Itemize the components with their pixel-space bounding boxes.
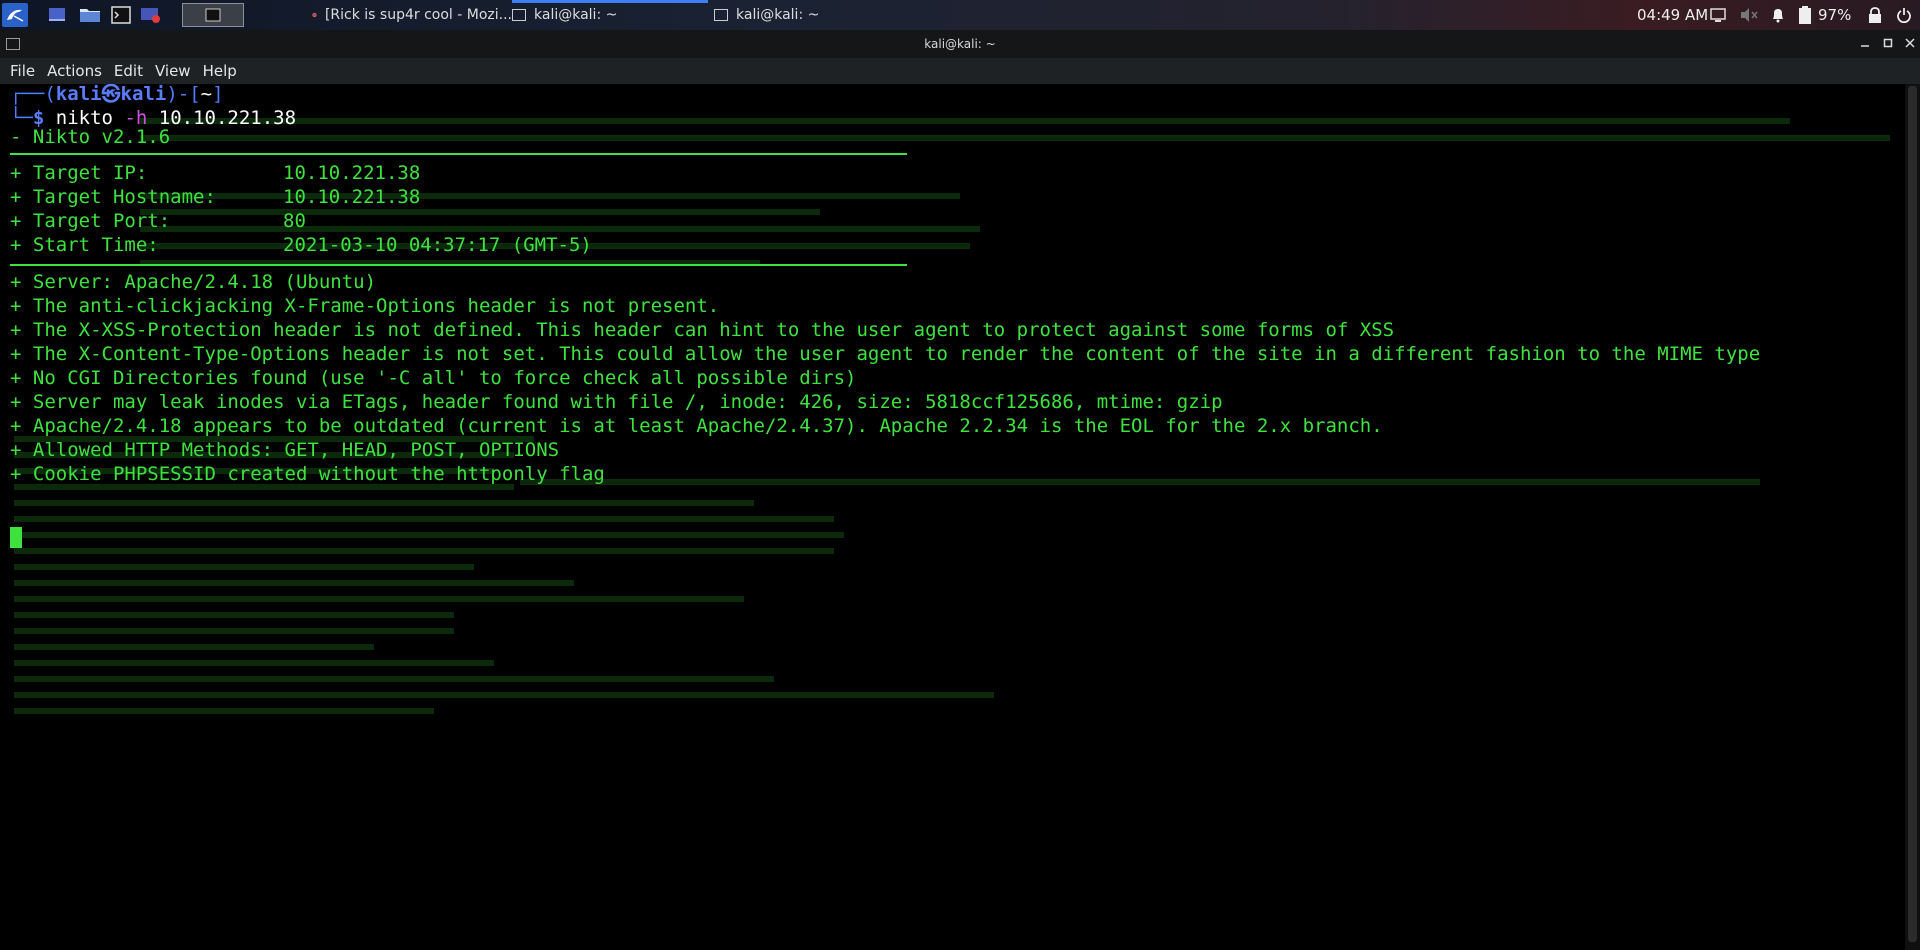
command-arg: 10.10.221.38 <box>158 107 297 129</box>
scrollbar-thumb[interactable] <box>1908 86 1917 942</box>
finding-line: + Server: Apache/2.4.18 (Ubuntu) <box>10 271 377 293</box>
lock-icon <box>1869 7 1881 23</box>
top-panel: [Rick is sup4r cool - Mozi... kali@kali:… <box>0 0 1920 30</box>
minimize-button[interactable] <box>1858 36 1872 50</box>
terminal-launcher-button[interactable] <box>108 3 134 27</box>
target-ip-row: + Target IP: 10.10.221.38 <box>10 161 420 185</box>
battery-tray[interactable] <box>1798 6 1812 24</box>
menu-help[interactable]: Help <box>203 62 237 80</box>
display-tray[interactable] <box>1710 6 1726 24</box>
prompt-user: kali <box>55 84 102 105</box>
monitor-icon <box>1710 8 1726 22</box>
finding-line: + Apache/2.4.18 appears to be outdated (… <box>10 415 1383 437</box>
battery-percentage: 97% <box>1818 6 1852 24</box>
finding-line: + Server may leak inodes via ETags, head… <box>10 391 1223 413</box>
kali-dragon-icon <box>7 9 24 22</box>
battery-icon <box>1799 6 1811 24</box>
menu-edit[interactable]: Edit <box>114 62 143 80</box>
terminal-window-icon <box>512 9 526 21</box>
finding-line: + No CGI Directories found (use '-C all'… <box>10 367 857 389</box>
volume-muted-icon <box>1741 8 1758 22</box>
file-manager-button[interactable] <box>77 3 103 27</box>
finding-line: + The X-XSS-Protection header is not def… <box>10 319 1395 341</box>
target-port-row: + Target Port: 80 <box>10 209 306 233</box>
taskbar-terminal-1[interactable]: kali@kali: ~ <box>512 0 708 30</box>
finding-line: + Cookie PHPSESSID created without the h… <box>10 463 605 485</box>
target-ip-value: 10.10.221.38 <box>283 162 421 184</box>
target-port-value: 80 <box>283 210 306 232</box>
target-port-label: + Target Port: <box>10 210 171 232</box>
workspace-1[interactable] <box>182 3 244 27</box>
prompt-host: kali <box>120 84 167 105</box>
finding-line: + The anti-clickjacking X-Frame-Options … <box>10 295 720 317</box>
terminal-output[interactable]: ┌──(kali㉿kali)-[~] └─$ nikto -h 10.10.22… <box>0 84 1905 950</box>
power-button[interactable] <box>1896 6 1912 24</box>
taskbar-terminal-2-label: kali@kali: ~ <box>736 7 820 23</box>
show-desktop-button[interactable] <box>44 3 70 27</box>
close-button[interactable] <box>1903 36 1917 50</box>
terminal-window-icon <box>714 9 728 21</box>
window-title: kali@kali: ~ <box>924 37 996 51</box>
folder-icon <box>80 9 100 22</box>
target-hostname-label: + Target Hostname: <box>10 186 216 208</box>
power-icon <box>1897 8 1911 23</box>
text-cursor <box>10 527 22 548</box>
taskbar-firefox[interactable]: [Rick is sup4r cool - Mozi... <box>312 0 512 30</box>
finding-line: + Allowed HTTP Methods: GET, HEAD, POST,… <box>10 439 560 461</box>
menu-actions[interactable]: Actions <box>47 62 102 80</box>
taskbar-firefox-label: [Rick is sup4r cool - Mozi... <box>324 7 512 23</box>
prompt-dir: ~ <box>200 84 213 105</box>
terminal-icon <box>111 6 131 24</box>
window-titlebar[interactable]: kali@kali: ~ <box>0 30 1920 58</box>
start-time-label: + Start Time: <box>10 234 159 256</box>
desktop-icon <box>49 8 65 21</box>
firefox-icon <box>312 12 317 18</box>
clock[interactable]: 04:49 AM <box>1637 6 1708 24</box>
volume-tray[interactable] <box>1740 6 1758 24</box>
minimize-icon <box>1861 45 1869 47</box>
prompt-line-1: ┌──(kali㉿kali)-[~] <box>10 84 224 105</box>
finding-line: + The X-Content-Type-Options header is n… <box>10 343 1761 365</box>
taskbar-terminal-2[interactable]: kali@kali: ~ <box>714 0 904 30</box>
separator-line <box>10 264 907 266</box>
nikto-version: - Nikto v2.1.6 <box>10 126 171 148</box>
start-time-row: + Start Time: 2021-03-10 04:37:17 (GMT-5) <box>10 233 592 257</box>
target-hostname-value: 10.10.221.38 <box>283 186 421 208</box>
maximize-icon <box>1883 38 1893 48</box>
screen-record-icon <box>141 8 160 23</box>
menu-view[interactable]: View <box>155 62 191 80</box>
target-ip-label: + Target IP: <box>10 162 148 184</box>
taskbar-terminal-1-label: kali@kali: ~ <box>534 7 618 23</box>
close-icon <box>1905 38 1915 48</box>
bell-icon <box>1773 9 1783 23</box>
menu-bar: File Actions Edit View Help <box>0 58 1920 84</box>
separator-line <box>10 153 907 155</box>
start-time-value: 2021-03-10 04:37:17 (GMT-5) <box>283 234 592 256</box>
terminal-window-icon <box>205 8 221 22</box>
target-hostname-row: + Target Hostname: 10.10.221.38 <box>10 185 420 209</box>
notifications-tray[interactable] <box>1770 6 1786 24</box>
menu-file[interactable]: File <box>10 62 35 80</box>
lock-screen-button[interactable] <box>1868 6 1882 24</box>
screen-recorder-button[interactable] <box>138 3 164 27</box>
kali-menu-button[interactable] <box>2 3 28 27</box>
maximize-button[interactable] <box>1881 36 1895 50</box>
